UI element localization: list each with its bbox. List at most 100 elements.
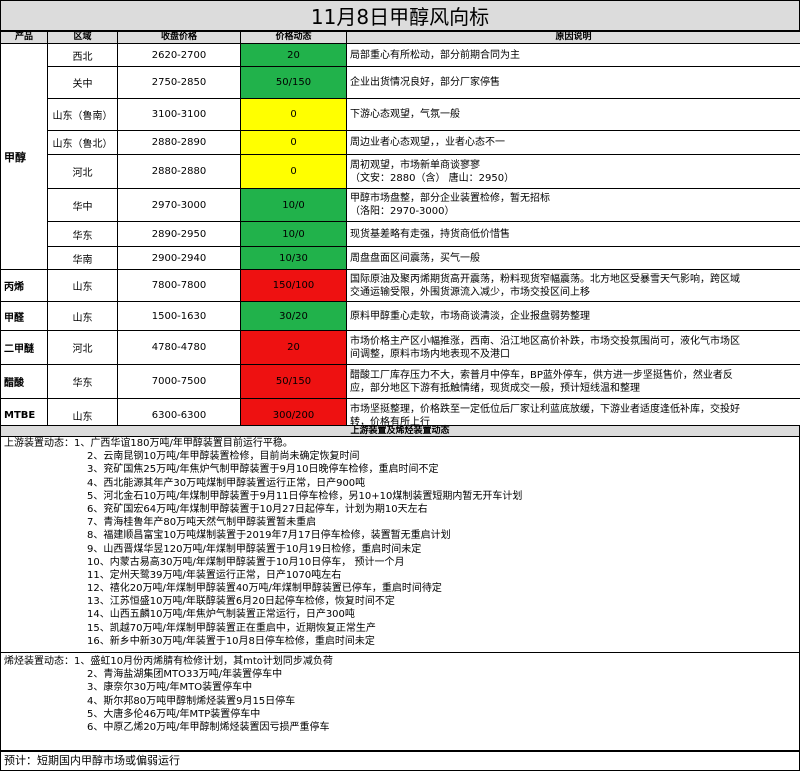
- cell-price-move: 10/0: [240, 221, 347, 247]
- cell-reason: 局部重心有所松动，部分前期合同为主: [346, 43, 800, 67]
- cell-price: 3100-3100: [117, 98, 241, 131]
- header-product: 产品: [0, 31, 48, 44]
- upstream-item: 9、山西晋煤华昱120万吨/年煤制甲醇装置于10月19日检修，重启时间未定: [87, 543, 422, 555]
- table-row: 关中 2750-2850 50/150 企业出货情况良好，部分厂家停售: [1, 66, 800, 99]
- table-row: 丙烯 山东 7800-7800 150/100 国际原油及聚丙烯期货高开震荡，粉料现货窄…: [0, 269, 800, 302]
- upstream-item: 2、云南昆钢10万吨/年甲醇装置检修，目前尚未确定恢复时间: [87, 451, 360, 463]
- upstream-item: 7、青海桂鲁年产80万吨天然气制甲醇装置暂未重启: [87, 517, 317, 529]
- cell-price: 2880-2880: [117, 154, 241, 189]
- upstream-lead: 上游装置动态：: [4, 438, 74, 449]
- cell-reason: 企业出货情况良好，部分厂家停售: [346, 66, 800, 99]
- upstream-item: 3、兖矿国焦25万吨/年焦炉气制甲醇装置于9月10日晚停车检修，重启时间不定: [87, 464, 439, 476]
- upstream-item: 12、禧化20万吨/年煤制甲醇装置40万吨/年煤制甲醇装置已停车，重启时间待定: [87, 583, 442, 595]
- cell-price: 7000-7500: [117, 364, 241, 399]
- cell-region: 山东（鲁北）: [47, 130, 118, 155]
- cell-region: 河北: [47, 154, 118, 189]
- olefin-item: 1、盛虹10月份丙烯腈有检修计划，其mto计划同步减负荷: [74, 656, 333, 667]
- cell-reason: 原料甲醇重心走软，市场商谈清淡，企业报盘弱势整理: [346, 301, 800, 331]
- reason-line: 原料甲醇重心走软，市场商谈清淡，企业报盘弱势整理: [350, 310, 590, 322]
- cell-price-move: 20: [240, 43, 347, 67]
- upstream-item: 5、河北金石10万吨/年煤制甲醇装置于9月11日停车检修，另10+10煤制装置短…: [87, 490, 523, 502]
- cell-region: 关中: [47, 66, 118, 99]
- cell-price-move: 50/150: [240, 66, 347, 99]
- cell-price: 2900-2940: [117, 246, 241, 270]
- cell-region: 山东: [47, 301, 118, 331]
- cell-region: 山东: [47, 269, 118, 302]
- olefin-item: 5、大唐多伦46万吨/年MTP装置停车中: [87, 708, 261, 720]
- cell-price-move: 0: [240, 154, 347, 189]
- reason-line: 市场坚挺整理，价格跌至一定低位后厂家让利蓝底放缓，下游业者适度逢低补库，交投好: [350, 403, 740, 415]
- reason-line: 甲醇市场盘整，部分企业装置检修，暂无招标: [350, 193, 550, 204]
- table-row: 二甲醚 河北 4780-4780 20 市场价格主产区小幅推涨，西南、沿江地区高价补跌，…: [0, 330, 800, 365]
- cell-price-move: 0: [240, 130, 347, 155]
- header-region: 区域: [47, 31, 118, 44]
- olefin-item: 6、中原乙烯20万吨/年甲醇制烯烃装置因亏损严重停车: [87, 721, 330, 733]
- upstream-item: 1、广西华谊180万吨/年甲醇装置目前运行平稳。: [74, 438, 293, 449]
- cell-region: 华东: [47, 221, 118, 247]
- cell-reason: 醋酸工厂库存压力不大，索普月中停车，BP蓝外停车，供方进一步坚挺售价，然业者反应…: [346, 364, 800, 399]
- olefin-item: 3、康奈尔30万吨/年MTO装置停车中: [87, 682, 253, 694]
- header-reason: 原因说明: [346, 31, 800, 44]
- reason-line: 企业出货情况良好，部分厂家停售: [350, 77, 500, 88]
- reason-line: 现货基差略有走强，持货商低价惜售: [350, 228, 510, 240]
- olefin-item: 4、斯尔邦80万吨甲醇制烯烃装置9月15日停车: [87, 695, 296, 707]
- table-header-row: 产品 区域 收盘价格 价格动态 原因说明: [0, 31, 800, 44]
- reason-line: 国际原油及聚丙烯期货高开震荡，粉料现货窄幅震荡。北方地区受暴雪天气影响，跨区域: [350, 273, 740, 285]
- cell-region: 山东（鲁南）: [47, 98, 118, 131]
- table-row: 华东 2890-2950 10/0 现货基差略有走强，持货商低价惜售: [1, 221, 800, 247]
- table-row: 河北 2880-2880 0 周初观望，市场新单商谈寥寥 （文安：2880（含） 唐山：…: [1, 154, 800, 189]
- reason-line: 局部重心有所松动，部分前期合同为主: [350, 49, 520, 61]
- cell-reason: 下游心态观望，气氛一般: [346, 98, 800, 131]
- cell-region: 西北: [47, 43, 118, 67]
- cell-price-move: 50/150: [240, 364, 347, 399]
- table-row: 华南 2900-2940 10/30 周盘盘面区间震荡，买气一般: [1, 246, 800, 270]
- cell-product: 甲醛: [0, 301, 48, 331]
- cell-price: 2970-3000: [117, 188, 241, 222]
- upstream-item: 4、西北能源其年产30万吨煤制甲醇装置运行正常，日产900吨: [87, 477, 366, 489]
- cell-reason: 市场价格主产区小幅推涨，西南、沿江地区高价补跌，市场交投氛围尚可，液化气市场区间…: [346, 330, 800, 365]
- cell-price: 4780-4780: [117, 330, 241, 365]
- reason-line: 交通运输受限，外围货源流入减少，市场交投区间上移: [350, 286, 590, 298]
- cell-region: 华南: [47, 246, 118, 270]
- cell-product: 醋酸: [0, 364, 48, 399]
- cell-reason: 周初观望，市场新单商谈寥寥 （文安：2880（含） 唐山：2950）: [346, 154, 800, 189]
- price-table: 产品 区域 收盘价格 价格动态 原因说明 甲醇 西北 2620-2700 20 局部重心…: [0, 31, 800, 433]
- upstream-lead-line: 上游装置动态：1、广西华谊180万吨/年甲醇装置目前运行平稳。: [1, 437, 799, 450]
- header-price: 收盘价格: [117, 31, 241, 44]
- cell-price: 2880-2890: [117, 130, 241, 155]
- upstream-item: 14、山西五麟10万吨/年焦炉气制装置正常运行，日产300吨: [87, 609, 355, 621]
- table-row: 醋酸 华东 7000-7500 50/150 醋酸工厂库存压力不大，索普月中停车，BP蓝…: [0, 364, 800, 399]
- reason-line: 应，部分地区下游有抵触情绪，现货成交一般，预计短线温和整理: [350, 382, 640, 394]
- olefin-lead: 烯烃装置动态：: [4, 656, 74, 667]
- reason-line: 周边业者心态观望，，业者心态不一: [350, 137, 505, 148]
- table-row: 山东（鲁北） 2880-2890 0 周边业者心态观望，，业者心态不一: [1, 130, 800, 155]
- cell-reason: 现货基差略有走强，持货商低价惜售: [346, 221, 800, 247]
- cell-region: 华东: [47, 364, 118, 399]
- reason-line: 醋酸工厂库存压力不大，索普月中停车，BP蓝外停车，供方进一步坚挺售价，然业者反: [350, 369, 733, 381]
- upstream-item: 6、兖矿国宏64万吨/年煤制甲醇装置于10月27日起停车，计划为期10天左右: [87, 503, 428, 515]
- reason-line: 间调整，原料市场内地表现不及港口: [350, 348, 510, 360]
- reason-line: （文安：2880（含） 唐山：2950）: [350, 172, 515, 184]
- table-row: 山东（鲁南） 3100-3100 0 下游心态观望，气氛一般: [1, 98, 800, 131]
- cell-reason: 周边业者心态观望，，业者心态不一: [346, 130, 800, 155]
- forecast-text: 预计：短期国内甲醇市场或偏弱运行: [0, 751, 800, 771]
- upstream-item: 16、新乡中新30万吨/年装置于10月8日停车检修，重启时间未定: [87, 635, 375, 647]
- table-row: 华中 2970-3000 10/0 甲醇市场盘整，部分企业装置检修，暂无招标 （洛阳：2…: [1, 188, 800, 222]
- upstream-item: 13、江苏恒盛10万吨/年联醇装置6月20日起停车检修，恢复时间不定: [87, 596, 395, 608]
- cell-region: 河北: [47, 330, 118, 365]
- reason-line: 周盘盘面区间震荡，买气一般: [350, 252, 480, 264]
- report-title: 11月8日甲醇风向标: [0, 0, 800, 31]
- upstream-item: 11、定州天鹭39万吨/年装置运行正常，日产1070吨左右: [87, 569, 342, 581]
- cell-price-move: 20: [240, 330, 347, 365]
- cell-price-move: 30/20: [240, 301, 347, 331]
- cell-reason: 国际原油及聚丙烯期货高开震荡，粉料现货窄幅震荡。北方地区受暴雪天气影响，跨区域交…: [346, 269, 800, 302]
- reason-line: 市场价格主产区小幅推涨，西南、沿江地区高价补跌，市场交投氛围尚可，液化气市场区: [350, 335, 740, 347]
- cell-price: 2620-2700: [117, 43, 241, 67]
- olefin-lead-line: 烯烃装置动态：1、盛虹10月份丙烯腈有检修计划，其mto计划同步减负荷: [1, 655, 799, 668]
- upstream-item: 10、内蒙古易高30万吨/年煤制甲醇装置于10月10日停车， 预计一个月: [87, 556, 405, 568]
- cell-price-move: 10/0: [240, 188, 347, 222]
- reason-line: （洛阳：2970-3000）: [350, 206, 455, 217]
- cell-product: 丙烯: [0, 269, 48, 302]
- reason-line: 下游心态观望，气氛一般: [350, 109, 460, 120]
- cell-price: 2750-2850: [117, 66, 241, 99]
